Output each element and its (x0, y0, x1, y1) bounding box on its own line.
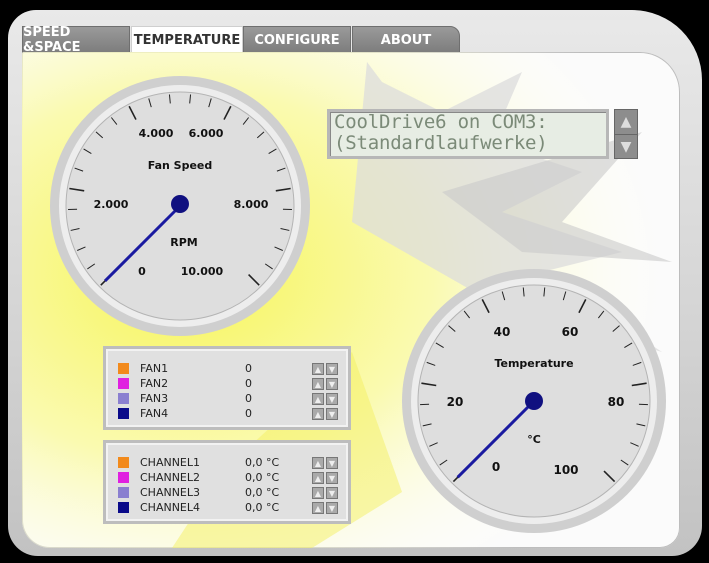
fan-list-panel: FAN1 0 ▲ ▼ FAN2 0 ▲ ▼ FAN3 0 ▲ ▼ FAN4 0 ▲ ▼ (103, 346, 351, 430)
fan-tick-label-10000: 10.000 (181, 265, 224, 278)
temp-tick-label-60: 60 (562, 325, 579, 339)
fan-row-3: FAN3 0 ▲ ▼ (118, 391, 338, 406)
channel4-value: 0,0 °C (245, 501, 280, 514)
fan1-value: 0 (245, 362, 252, 375)
app-window: SPEED &SPACE TEMPERATURE CONFIGURE ABOUT… (0, 0, 709, 563)
temp-tick-label-80: 80 (608, 395, 625, 409)
channel2-color-swatch (118, 472, 129, 483)
fan-tick-label-2000: 2.000 (94, 198, 129, 211)
channel-row-1: CHANNEL1 0,0 °C ▲ ▼ (118, 455, 338, 470)
fan-row-1: FAN1 0 ▲ ▼ (118, 361, 338, 376)
up-arrow-icon[interactable]: ▲ (615, 110, 637, 135)
tab-configure[interactable]: CONFIGURE (243, 26, 351, 54)
fan3-value: 0 (245, 392, 252, 405)
temp-tick-label-0: 0 (492, 460, 500, 474)
fan3-down-button[interactable]: ▼ (326, 392, 338, 405)
fan1-label: FAN1 (140, 362, 169, 375)
temp-gauge-title: Temperature (494, 357, 573, 370)
fan-speed-gauge: Fan Speed RPM 0 2.000 4.000 6.000 8.000 … (50, 76, 310, 336)
channel4-color-swatch (118, 502, 129, 513)
channel2-label: CHANNEL2 (140, 471, 201, 484)
channel1-label: CHANNEL1 (140, 456, 201, 469)
fan4-up-button[interactable]: ▲ (312, 407, 324, 420)
fan4-down-button[interactable]: ▼ (326, 407, 338, 420)
channel1-down-button[interactable]: ▼ (326, 456, 338, 469)
temp-tick-label-20: 20 (447, 395, 464, 409)
fan-tick-label-0: 0 (138, 265, 146, 278)
down-arrow-icon[interactable]: ▼ (615, 135, 637, 159)
fan-row-4: FAN4 0 ▲ ▼ (118, 406, 338, 421)
fan-gauge-hub (171, 195, 189, 213)
tab-temperature[interactable]: TEMPERATURE (131, 26, 243, 54)
channel2-up-button[interactable]: ▲ (312, 471, 324, 484)
channel4-down-button[interactable]: ▼ (326, 501, 338, 514)
fan3-up-button[interactable]: ▲ (312, 392, 324, 405)
fan3-color-swatch (118, 393, 129, 404)
fan4-label: FAN4 (140, 407, 169, 420)
fan-tick-label-8000: 8.000 (234, 198, 269, 211)
fan2-value: 0 (245, 377, 252, 390)
channel3-label: CHANNEL3 (140, 486, 201, 499)
lcd-line-2: (Standardlaufwerke) (334, 132, 548, 154)
tab-about[interactable]: ABOUT (352, 26, 460, 54)
tab-speed-space[interactable]: SPEED &SPACE (22, 25, 130, 55)
fan-gauge-unit: RPM (170, 236, 197, 249)
channel3-color-swatch (118, 487, 129, 498)
channel-list-panel: CHANNEL1 0,0 °C ▲ ▼ CHANNEL2 0,0 °C ▲ ▼ CH… (103, 440, 351, 524)
channel2-down-button[interactable]: ▼ (326, 471, 338, 484)
fan-row-2: FAN2 0 ▲ ▼ (118, 376, 338, 391)
channel1-value: 0,0 °C (245, 456, 280, 469)
channel3-down-button[interactable]: ▼ (326, 486, 338, 499)
fan4-value: 0 (245, 407, 252, 420)
temp-tick-label-40: 40 (494, 325, 511, 339)
fan1-down-button[interactable]: ▼ (326, 362, 338, 375)
fan-tick-label-4000: 4.000 (139, 127, 174, 140)
fan2-color-swatch (118, 378, 129, 389)
fan-tick-label-6000: 6.000 (189, 127, 224, 140)
temperature-gauge: Temperature °C 0 20 40 60 80 100 (402, 269, 666, 533)
channel4-label: CHANNEL4 (140, 501, 201, 514)
fan2-label: FAN2 (140, 377, 169, 390)
fan1-color-swatch (118, 363, 129, 374)
fan3-label: FAN3 (140, 392, 169, 405)
lcd-line-1: CoolDrive6 on COM3: (334, 111, 548, 133)
device-selector-spinner: ▲ ▼ (614, 109, 638, 159)
fan2-up-button[interactable]: ▲ (312, 377, 324, 390)
temp-gauge-unit: °C (527, 433, 541, 446)
temp-gauge-hub (525, 392, 543, 410)
channel1-up-button[interactable]: ▲ (312, 456, 324, 469)
channel4-up-button[interactable]: ▲ (312, 501, 324, 514)
channel1-color-swatch (118, 457, 129, 468)
channel3-value: 0,0 °C (245, 486, 280, 499)
channel-row-2: CHANNEL2 0,0 °C ▲ ▼ (118, 470, 338, 485)
channel-row-3: CHANNEL3 0,0 °C ▲ ▼ (118, 485, 338, 500)
channel3-up-button[interactable]: ▲ (312, 486, 324, 499)
channel-row-4: CHANNEL4 0,0 °C ▲ ▼ (118, 500, 338, 515)
fan1-up-button[interactable]: ▲ (312, 362, 324, 375)
channel2-value: 0,0 °C (245, 471, 280, 484)
fan2-down-button[interactable]: ▼ (326, 377, 338, 390)
fan4-color-swatch (118, 408, 129, 419)
fan-gauge-title: Fan Speed (148, 159, 213, 172)
device-lcd-display: CoolDrive6 on COM3: (Standardlaufwerke) (327, 109, 609, 159)
temp-tick-label-100: 100 (553, 463, 578, 477)
